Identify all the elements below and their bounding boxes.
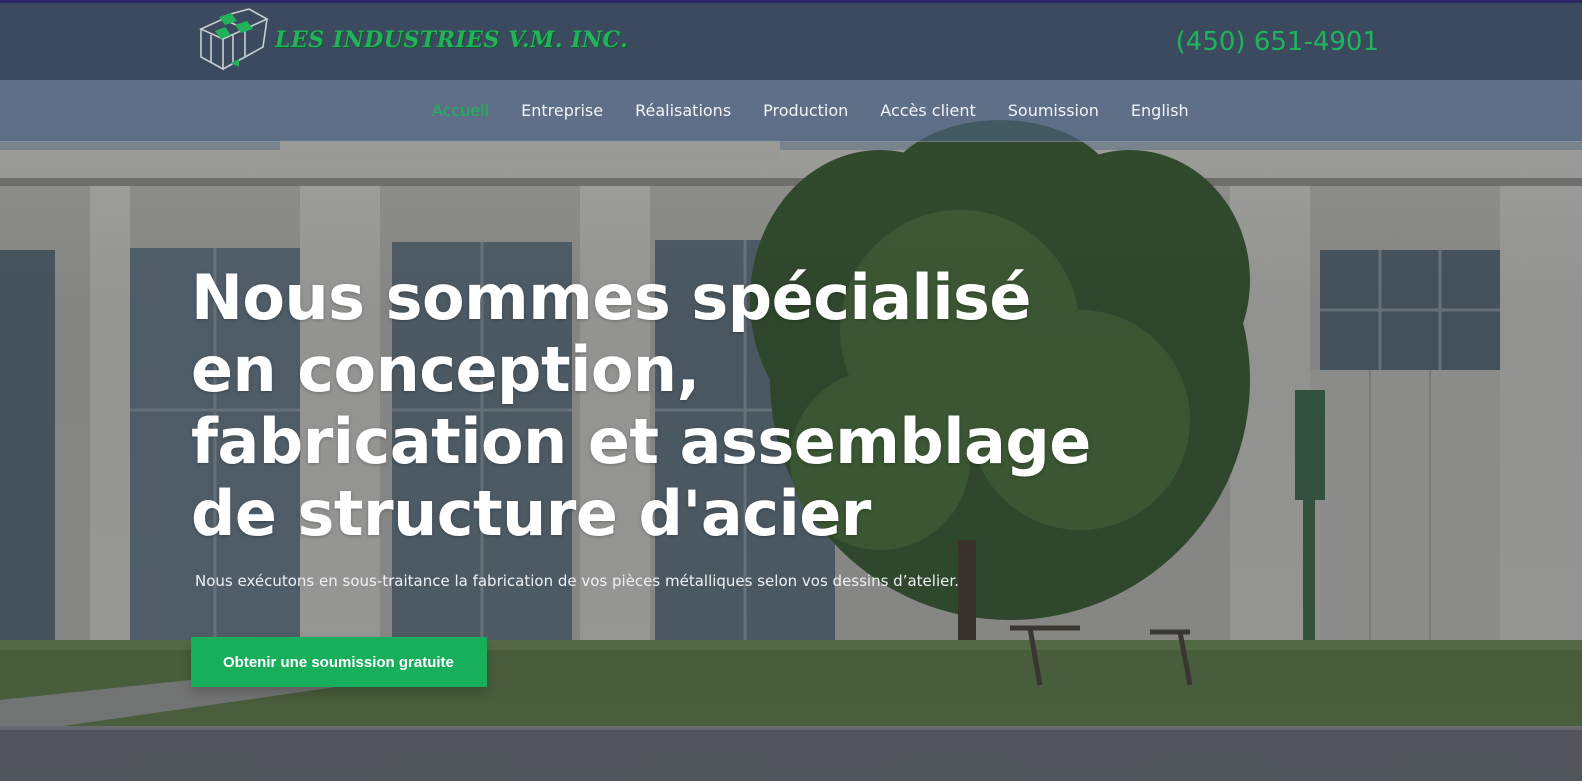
top-bar: LES INDUSTRIES V.M. INC. (450) 651-4901 — [0, 0, 1582, 80]
nav-list: Accueil Entreprise Réalisations Producti… — [432, 80, 1221, 141]
page: LES INDUSTRIES V.M. INC. (450) 651-4901 … — [0, 0, 1582, 781]
nav-item-acces-client[interactable]: Accès client — [880, 101, 975, 120]
free-quote-button[interactable]: Obtenir une soumission gratuite — [191, 637, 487, 687]
nav-item-production[interactable]: Production — [763, 101, 848, 120]
phone-number[interactable]: (450) 651-4901 — [1176, 27, 1379, 57]
nav-item-realisations[interactable]: Réalisations — [635, 101, 731, 120]
main-nav: Accueil Entreprise Réalisations Producti… — [0, 80, 1582, 142]
logo-icon — [199, 8, 269, 71]
company-name: LES INDUSTRIES V.M. INC. — [275, 27, 629, 53]
nav-item-entreprise[interactable]: Entreprise — [521, 101, 603, 120]
logo[interactable]: LES INDUSTRIES V.M. INC. — [197, 7, 628, 79]
nav-item-accueil[interactable]: Accueil — [432, 101, 489, 120]
hero-title: Nous sommes spécialisé en conception, fa… — [191, 261, 1091, 550]
nav-item-english[interactable]: English — [1131, 101, 1189, 120]
hero-subtitle: Nous exécutons en sous-traitance la fabr… — [195, 572, 959, 590]
nav-item-soumission[interactable]: Soumission — [1008, 101, 1099, 120]
